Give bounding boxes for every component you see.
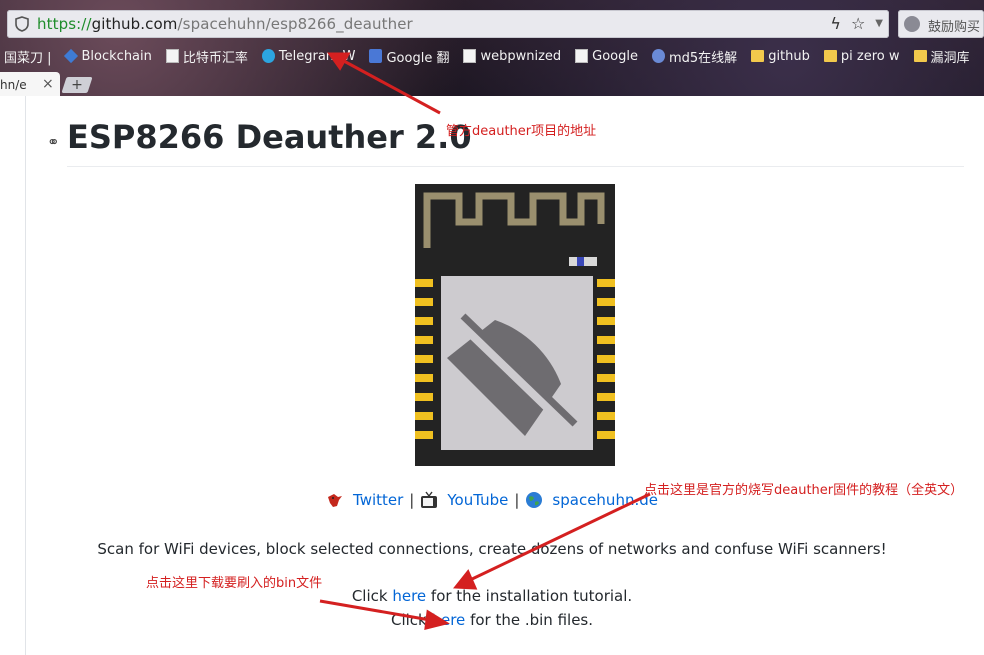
- annotation-tutorial: 点击这里是官方的烧写deauther固件的教程（全英文）: [644, 483, 964, 498]
- arrow-to-bin: [319, 599, 431, 622]
- arrow-head: [424, 609, 450, 630]
- arrow-to-tutorial: [469, 492, 651, 582]
- annotation-bin-download: 点击这里下载要刷入的bin文件: [146, 576, 323, 591]
- arrow-head: [327, 52, 351, 71]
- arrow-head: [453, 569, 478, 590]
- arrow-to-url: [341, 58, 441, 115]
- annotation-project-url: 管方deauther项目的地址: [446, 124, 597, 139]
- annotation-arrows: [319, 52, 651, 630]
